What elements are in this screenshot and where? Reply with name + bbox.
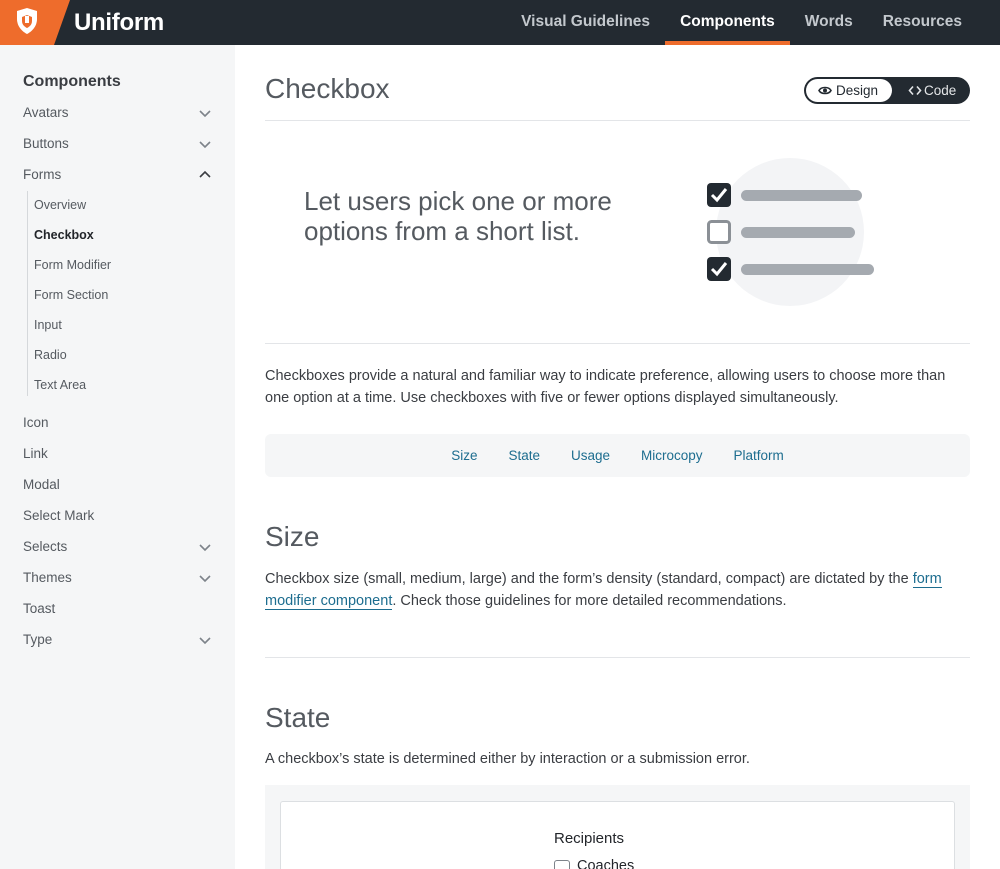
state-demo-card: Recipients Coaches — [280, 801, 955, 869]
sidebar-title: Components — [23, 73, 121, 90]
design-toggle-label: Design — [836, 83, 879, 98]
sidebar-item-icon[interactable]: Icon — [23, 413, 215, 433]
brand-name[interactable]: Uniform — [74, 9, 164, 37]
page-title: Checkbox — [265, 73, 390, 104]
sidebar-item-label: Icon — [23, 415, 49, 430]
top-navigation-bar: Uniform Visual Guidelines Components Wor… — [0, 0, 1000, 45]
size-paragraph: Checkbox size (small, medium, large) and… — [265, 568, 970, 612]
divider — [265, 120, 970, 121]
sidebar-item-avatars[interactable]: Avatars — [23, 103, 215, 123]
sidebar-subitem-text-area[interactable]: Text Area — [34, 376, 86, 394]
sidebar-item-label: Buttons — [23, 136, 69, 151]
sidebar-item-link[interactable]: Link — [23, 444, 215, 464]
sidebar-subitem-form-modifier[interactable]: Form Modifier — [34, 256, 111, 274]
sidebar-item-label: Modal — [23, 477, 60, 492]
sidebar-item-themes[interactable]: Themes — [23, 568, 215, 588]
code-brackets-icon — [908, 85, 922, 96]
sidebar: Components Avatars Buttons Forms Overvie… — [0, 45, 235, 869]
toc-link-size[interactable]: Size — [451, 448, 477, 463]
chevron-down-icon[interactable] — [197, 570, 213, 586]
code-toggle-button[interactable]: Code — [902, 79, 956, 102]
section-heading-state: State — [265, 702, 331, 733]
sidebar-subitem-radio[interactable]: Radio — [34, 346, 67, 364]
sidebar-item-label: Avatars — [23, 105, 69, 120]
sidebar-subitem-form-section[interactable]: Form Section — [34, 286, 108, 304]
demo-checkbox[interactable] — [554, 860, 570, 869]
code-toggle-label: Code — [924, 83, 957, 98]
sidebar-item-label: Select Mark — [23, 508, 95, 523]
demo-checkbox-label[interactable]: Coaches — [577, 858, 634, 869]
toc-link-state[interactable]: State — [508, 448, 540, 463]
divider — [265, 657, 970, 658]
sidebar-item-label: Toast — [23, 601, 56, 616]
shield-logo-icon — [0, 0, 70, 45]
chevron-down-icon[interactable] — [197, 539, 213, 555]
nav-components[interactable]: Components — [665, 0, 790, 45]
sidebar-item-forms[interactable]: Forms — [23, 165, 215, 185]
size-text-after: . Check those guidelines for more detail… — [392, 593, 787, 609]
divider — [265, 343, 970, 344]
design-toggle-button[interactable]: Design — [806, 79, 892, 102]
toc-link-microcopy[interactable]: Microcopy — [641, 448, 703, 463]
sidebar-item-modal[interactable]: Modal — [23, 475, 215, 495]
sidebar-subitem-overview[interactable]: Overview — [34, 196, 86, 214]
nav-visual-guidelines[interactable]: Visual Guidelines — [506, 0, 665, 45]
demo-group-label: Recipients — [554, 830, 625, 847]
checkbox-list-illustration — [707, 158, 874, 306]
chevron-down-icon[interactable] — [197, 632, 213, 648]
state-paragraph: A checkbox’s state is determined either … — [265, 751, 750, 767]
sidebar-item-type[interactable]: Type — [23, 630, 215, 650]
design-code-toggle[interactable]: Design Code — [804, 77, 970, 104]
chevron-down-icon[interactable] — [197, 105, 213, 121]
intro-paragraph: Checkboxes provide a natural and familia… — [265, 368, 946, 406]
chevron-down-icon[interactable] — [197, 136, 213, 152]
sidebar-subitem-input[interactable]: Input — [34, 316, 62, 334]
sidebar-item-selects[interactable]: Selects — [23, 537, 215, 557]
sidebar-item-label: Link — [23, 446, 48, 461]
submenu-divider — [27, 191, 28, 396]
sidebar-item-label: Forms — [23, 167, 62, 182]
main-nav: Visual Guidelines Components Words Resou… — [506, 0, 1000, 45]
nav-words[interactable]: Words — [790, 0, 868, 45]
uniform-logo[interactable] — [0, 0, 70, 45]
sidebar-item-label: Type — [23, 632, 53, 647]
sidebar-item-buttons[interactable]: Buttons — [23, 134, 215, 154]
toc-link-usage[interactable]: Usage — [571, 448, 610, 463]
eye-icon — [818, 86, 832, 95]
sidebar-subitem-checkbox[interactable]: Checkbox — [34, 226, 94, 244]
section-tabs: Size State Usage Microcopy Platform — [265, 434, 970, 477]
sidebar-item-label: Themes — [23, 570, 72, 585]
sidebar-item-label: Selects — [23, 539, 68, 554]
state-demo-area: Recipients Coaches — [265, 785, 970, 869]
hero-description: Let users pick one or more options from … — [304, 186, 612, 246]
size-text-before: Checkbox size (small, medium, large) and… — [265, 571, 913, 587]
sidebar-item-select-mark[interactable]: Select Mark — [23, 506, 215, 526]
sidebar-item-toast[interactable]: Toast — [23, 599, 215, 619]
chevron-up-icon[interactable] — [197, 167, 213, 183]
section-heading-size: Size — [265, 521, 320, 552]
nav-resources[interactable]: Resources — [868, 0, 1000, 45]
toc-link-platform[interactable]: Platform — [734, 448, 784, 463]
